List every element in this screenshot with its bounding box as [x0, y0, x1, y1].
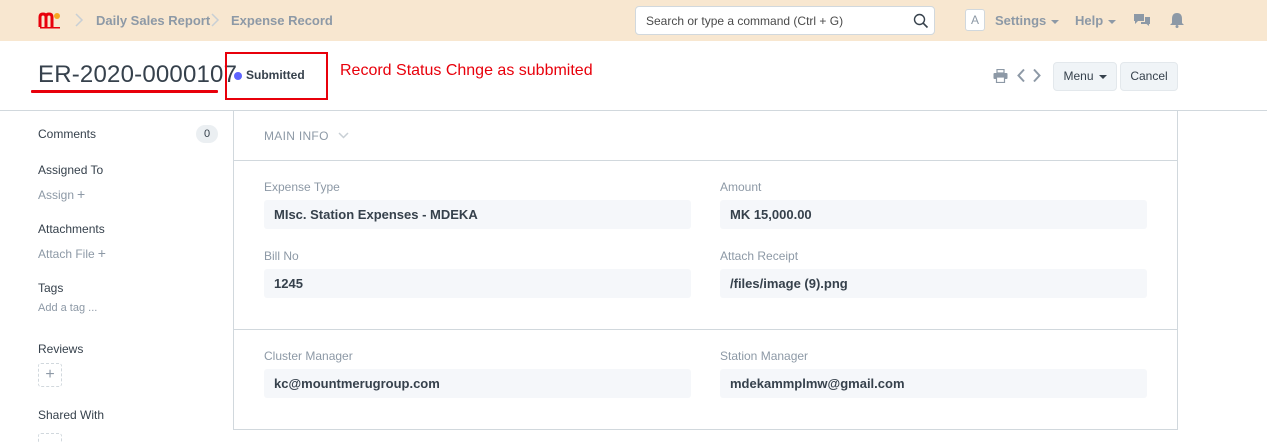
section-divider	[234, 160, 1177, 161]
attach-receipt-label: Attach Receipt	[720, 249, 799, 263]
attach-file-link[interactable]: Attach File +	[38, 245, 106, 261]
sidebar-shared-label: Shared With	[38, 408, 105, 422]
assign-link-label: Assign	[38, 188, 75, 202]
settings-label: Settings	[995, 13, 1047, 28]
assign-link[interactable]: Assign +	[38, 186, 85, 202]
plus-icon: +	[45, 366, 55, 383]
page-title: ER-2020-0000107	[38, 61, 238, 88]
user-avatar[interactable]: A	[965, 9, 985, 31]
section-title[interactable]: MAIN INFO	[264, 129, 329, 143]
station-manager-field[interactable]: mdekammplmw@gmail.com	[720, 369, 1147, 398]
amount-label: Amount	[720, 180, 762, 194]
station-manager-label: Station Manager	[720, 349, 809, 363]
cluster-manager-field[interactable]: kc@mountmerugroup.com	[264, 369, 691, 398]
settings-dropdown[interactable]: Settings	[995, 13, 1060, 28]
previous-record-icon[interactable]	[1016, 68, 1026, 83]
cancel-button[interactable]: Cancel	[1120, 62, 1178, 91]
amount-field[interactable]: MK 15,000.00	[720, 200, 1147, 229]
breadcrumb-chevron-icon	[75, 13, 84, 27]
caret-down-icon	[1098, 74, 1107, 79]
comments-count-badge: 0	[196, 125, 218, 143]
plus-icon: +	[97, 245, 106, 261]
add-tag-link[interactable]: Add a tag ...	[38, 302, 97, 314]
add-review-button[interactable]: +	[38, 363, 62, 387]
menu-button[interactable]: Menu	[1053, 62, 1117, 91]
caret-down-icon	[1108, 19, 1117, 24]
chevron-down-icon[interactable]	[338, 131, 349, 140]
sidebar-attachments-label: Attachments	[38, 222, 105, 236]
chat-icon[interactable]	[1133, 12, 1151, 28]
add-share-button[interactable]	[38, 433, 62, 442]
sidebar-assigned-label: Assigned To	[38, 163, 104, 177]
expense-type-field[interactable]: MIsc. Station Expenses - MDEKA	[264, 200, 691, 229]
breadcrumb-chevron-icon	[211, 13, 220, 27]
sidebar-reviews-label: Reviews	[38, 342, 84, 356]
bill-no-field[interactable]: 1245	[264, 269, 691, 298]
attach-file-label: Attach File	[38, 247, 95, 261]
bill-no-label: Bill No	[264, 249, 299, 263]
sidebar-tags-label: Tags	[38, 281, 64, 295]
print-icon[interactable]	[993, 69, 1008, 83]
menu-button-label: Menu	[1063, 69, 1094, 83]
attach-receipt-field[interactable]: /files/image (9).png	[720, 269, 1147, 298]
status-indicator-dot	[234, 72, 242, 80]
section-divider	[234, 329, 1177, 330]
notification-bell-icon[interactable]	[1168, 12, 1186, 28]
search-icon[interactable]	[913, 13, 929, 29]
search-placeholder: Search or type a command (Ctrl + G)	[646, 14, 844, 28]
expense-type-label: Expense Type	[264, 180, 340, 194]
annotation-text: Record Status Chnge as subbmited	[340, 62, 593, 79]
search-input[interactable]: Search or type a command (Ctrl + G)	[635, 6, 935, 35]
help-dropdown[interactable]: Help	[1075, 13, 1117, 28]
annotation-underline	[31, 90, 218, 93]
status-badge: Submitted	[246, 68, 305, 82]
cluster-manager-label: Cluster Manager	[264, 349, 353, 363]
navbar: Daily Sales Report Expense Record Search…	[0, 0, 1267, 41]
breadcrumb-expense-record[interactable]: Expense Record	[231, 13, 333, 28]
breadcrumb-daily-sales-report[interactable]: Daily Sales Report	[96, 13, 210, 28]
help-label: Help	[1075, 13, 1104, 28]
sidebar-comments-label: Comments	[38, 127, 97, 141]
caret-down-icon	[1051, 19, 1060, 24]
app-logo-icon[interactable]	[38, 11, 64, 29]
next-record-icon[interactable]	[1032, 68, 1042, 83]
plus-icon: +	[77, 186, 86, 202]
